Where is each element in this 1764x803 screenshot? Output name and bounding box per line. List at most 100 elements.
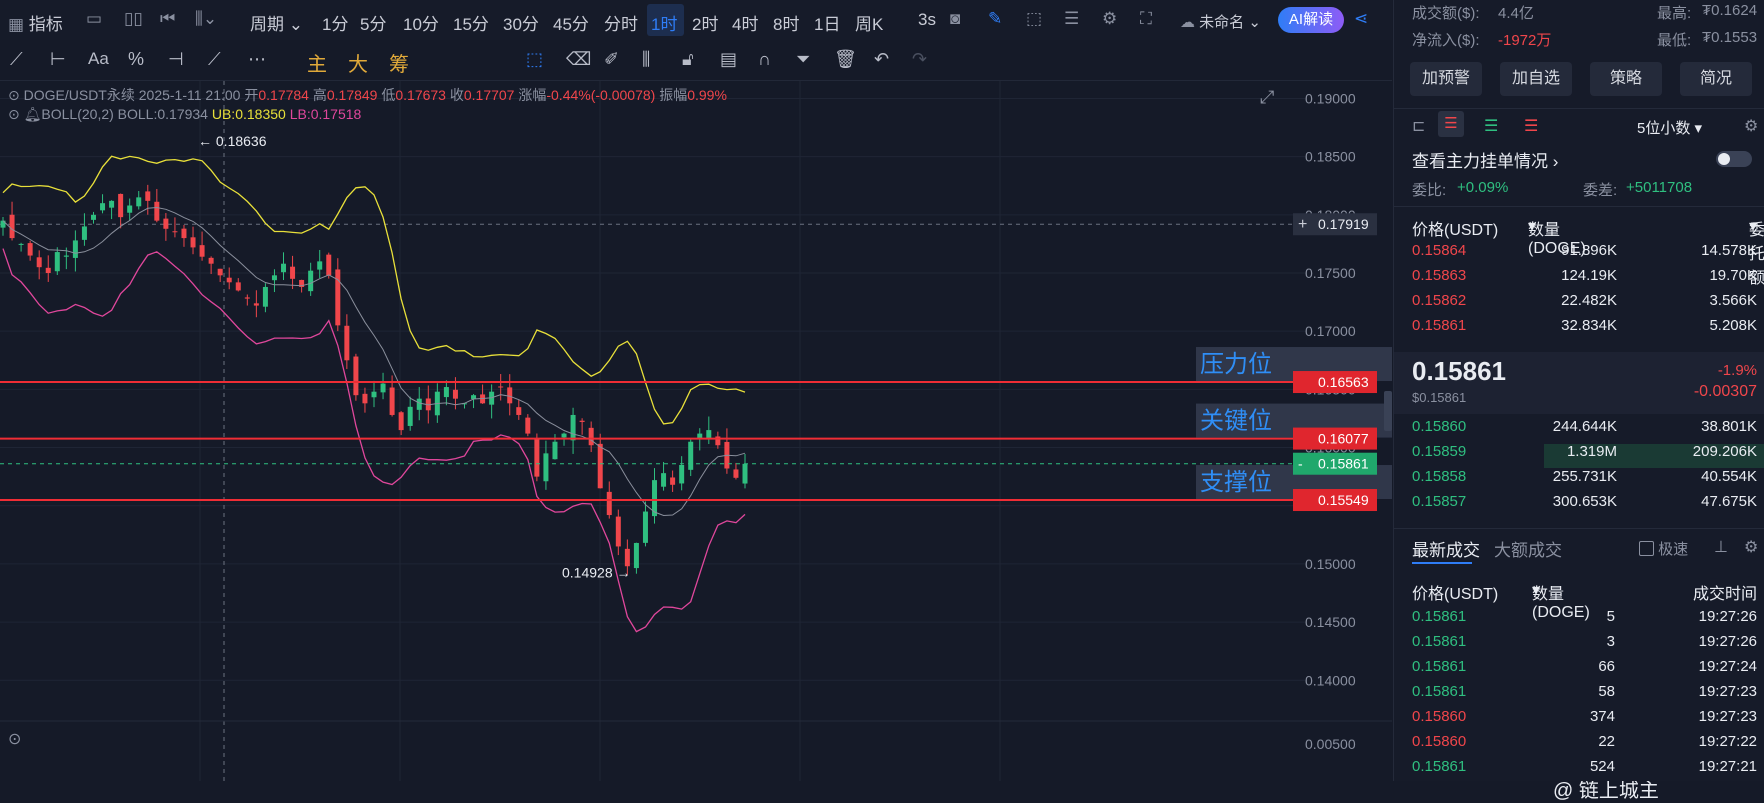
undefined[interactable]: 0.15860 244.644K 38.801K bbox=[1412, 418, 1757, 442]
subchart-toggle-icon[interactable]: ⊙ bbox=[8, 729, 21, 749]
undefined[interactable]: 0.15862 22.482K 3.566K bbox=[1412, 292, 1757, 316]
panel-collapse-handle[interactable] bbox=[1384, 391, 1392, 431]
calendar-icon[interactable]: ▭ bbox=[86, 9, 102, 29]
select-cursor-icon[interactable]: ⬚ bbox=[526, 49, 543, 70]
interval-1d[interactable]: 1日 bbox=[814, 10, 840, 35]
trade-price: 0.15861 bbox=[1412, 658, 1467, 675]
tab-large-trades[interactable]: 大额成交 bbox=[1494, 536, 1562, 561]
undefined[interactable]: 0.15859 1.319M 209.206K bbox=[1412, 443, 1757, 467]
brush-icon[interactable]: ✐ bbox=[604, 49, 619, 70]
period-dropdown[interactable]: 周期 ⌄ bbox=[250, 10, 303, 35]
add-watchlist-button[interactable]: 加自选 bbox=[1500, 62, 1572, 96]
ob-header-qty[interactable]: 数量 (DOGE) ▾ bbox=[1528, 216, 1586, 257]
text-tool-icon[interactable]: Aa bbox=[88, 49, 109, 69]
main-indicator-toggle[interactable]: 主 bbox=[307, 48, 327, 77]
trend-line-icon[interactable]: ⟋ bbox=[10, 49, 23, 70]
large-order-toggle[interactable]: 大 bbox=[348, 48, 368, 77]
refresh-interval[interactable]: 3s bbox=[918, 10, 936, 30]
trade-header-qty[interactable]: 数量(DOGE) ▾ bbox=[1532, 580, 1590, 621]
interval-1w[interactable]: 周K bbox=[855, 10, 883, 35]
fib-icon[interactable]: % bbox=[128, 49, 144, 70]
chart-type-icon[interactable]: ⫼⌄ bbox=[195, 9, 217, 29]
interval-45m[interactable]: 45分 bbox=[553, 10, 589, 35]
chip-toggle[interactable]: 筹 bbox=[389, 48, 409, 77]
bid-price: 0.15860 bbox=[1412, 418, 1467, 435]
share-icon[interactable]: ⋖ bbox=[1354, 9, 1368, 29]
list-icon[interactable]: ☰ bbox=[1064, 9, 1079, 29]
fullscreen-icon[interactable]: ⛶ bbox=[1140, 9, 1152, 29]
filter-icon[interactable]: ⏷ bbox=[796, 49, 810, 70]
high-value: 0.17849 bbox=[326, 87, 378, 103]
candle-body bbox=[579, 420, 585, 422]
undefined[interactable]: 0.15860 22 19:27:22 bbox=[1412, 733, 1757, 757]
eraser-icon[interactable]: ⌫ bbox=[566, 49, 591, 70]
interval-1h[interactable]: 1时 bbox=[651, 10, 677, 35]
candle-body bbox=[262, 286, 268, 307]
more-icon[interactable]: ⋯ bbox=[248, 49, 266, 70]
horizontal-line-icon[interactable]: ⊢ bbox=[50, 49, 66, 70]
eye-icon[interactable]: ⊙ bbox=[8, 106, 20, 122]
decimals-dropdown[interactable]: 5位小数 ▾ bbox=[1637, 117, 1702, 138]
trash-icon[interactable]: 🗑︎ bbox=[834, 49, 857, 70]
strategy-button[interactable]: 策略 bbox=[1590, 62, 1662, 96]
interval-15m[interactable]: 15分 bbox=[453, 10, 489, 35]
interval-30m[interactable]: 30分 bbox=[503, 10, 539, 35]
pattern-icon[interactable]: ⫼ bbox=[642, 49, 650, 70]
ob-header-amount[interactable]: 委托额 ▾ bbox=[1749, 216, 1764, 287]
orderbook-bids-icon[interactable]: ☰ bbox=[1484, 116, 1498, 136]
indicators-button[interactable]: ▦ 指标 bbox=[8, 10, 63, 35]
interval-4h[interactable]: 4时 bbox=[732, 10, 758, 35]
replay-icon[interactable]: ⏮ bbox=[160, 9, 175, 29]
pen-icon[interactable]: ✎ bbox=[988, 9, 1002, 29]
expand-icon[interactable]: ⤢ bbox=[1260, 87, 1274, 108]
undo-icon[interactable]: ↶ bbox=[874, 49, 889, 70]
undefined[interactable]: 0.15860 374 19:27:23 bbox=[1412, 708, 1757, 732]
undefined[interactable]: 0.15858 255.731K 40.554K bbox=[1412, 468, 1757, 492]
ai-analysis-button[interactable]: AI解读 bbox=[1278, 7, 1344, 33]
main-orders-toggle[interactable] bbox=[1716, 151, 1752, 167]
add-alert-button[interactable]: 加预警 bbox=[1410, 62, 1482, 96]
day-low-label: 最低: bbox=[1657, 32, 1692, 49]
undefined[interactable]: 0.15863 124.19K 19.70K bbox=[1412, 267, 1757, 291]
comment-icon[interactable]: ⬚ bbox=[1026, 9, 1042, 29]
collapse-icon[interactable]: ⊙ bbox=[8, 87, 20, 103]
interval-10m[interactable]: 10分 bbox=[403, 10, 439, 35]
lock-icon[interactable]: 🔓︎ bbox=[682, 49, 694, 70]
orderbook-asks-icon[interactable]: ☰ bbox=[1524, 116, 1538, 136]
compare-icon[interactable]: ▯▯ bbox=[124, 9, 143, 29]
layout-dropdown[interactable]: ☁ 未命名 ⌄ bbox=[1180, 11, 1261, 32]
ruler-icon[interactable]: ⟋ bbox=[208, 49, 221, 70]
undefined[interactable]: 0.15861 58 19:27:23 bbox=[1412, 683, 1757, 707]
interval-1m[interactable]: 1分 bbox=[322, 10, 348, 35]
candle-body bbox=[344, 325, 350, 361]
redo-icon[interactable]: ↷ bbox=[912, 49, 927, 70]
interval-timeline[interactable]: 分时 bbox=[604, 10, 638, 35]
orderbook-mode-icon[interactable]: ☰ bbox=[1438, 111, 1464, 137]
camera-icon[interactable]: ◙ bbox=[950, 9, 960, 29]
trade-settings-icon[interactable]: ⚙ bbox=[1744, 537, 1758, 557]
fast-mode-checkbox[interactable]: 极速 bbox=[1639, 538, 1688, 559]
undefined[interactable]: 0.15861 5 19:27:26 bbox=[1412, 608, 1757, 632]
undefined[interactable]: 0.15864 91.896K 14.578K bbox=[1412, 242, 1757, 266]
tab-latest-trades[interactable]: 最新成交 bbox=[1412, 536, 1480, 561]
orderbook-both-icon[interactable]: ⊏ bbox=[1412, 116, 1425, 136]
price-chart[interactable]: 0.190000.185000.180000.175000.170000.165… bbox=[0, 81, 1659, 802]
trade-time: 19:27:21 bbox=[1698, 758, 1757, 775]
orderbook-title[interactable]: 查看主力挂单情况 › bbox=[1412, 147, 1558, 172]
interval-2h[interactable]: 2时 bbox=[692, 10, 718, 35]
magnet-icon[interactable]: ∩ bbox=[758, 49, 771, 70]
interval-8h[interactable]: 8时 bbox=[773, 10, 799, 35]
settings-icon[interactable]: ⚙ bbox=[1102, 9, 1117, 29]
undefined[interactable]: 0.15857 300.653K 47.675K bbox=[1412, 493, 1757, 517]
panel-settings-icon[interactable]: ⚙ bbox=[1744, 116, 1758, 136]
interval-5m[interactable]: 5分 bbox=[360, 10, 386, 35]
note-icon[interactable]: ▤ bbox=[720, 49, 737, 70]
boll-lb: LB:0.17518 bbox=[289, 106, 362, 122]
measure-icon[interactable]: ⊣ bbox=[168, 49, 184, 70]
undefined[interactable]: 0.15861 524 19:27:21 bbox=[1412, 758, 1757, 781]
trade-list-icon[interactable]: ⊥ bbox=[1714, 537, 1728, 557]
undefined[interactable]: 0.15861 3 19:27:26 bbox=[1412, 633, 1757, 657]
overview-button[interactable]: 简况 bbox=[1680, 62, 1752, 96]
undefined[interactable]: 0.15861 32.834K 5.208K bbox=[1412, 317, 1757, 341]
undefined[interactable]: 0.15861 66 19:27:24 bbox=[1412, 658, 1757, 682]
